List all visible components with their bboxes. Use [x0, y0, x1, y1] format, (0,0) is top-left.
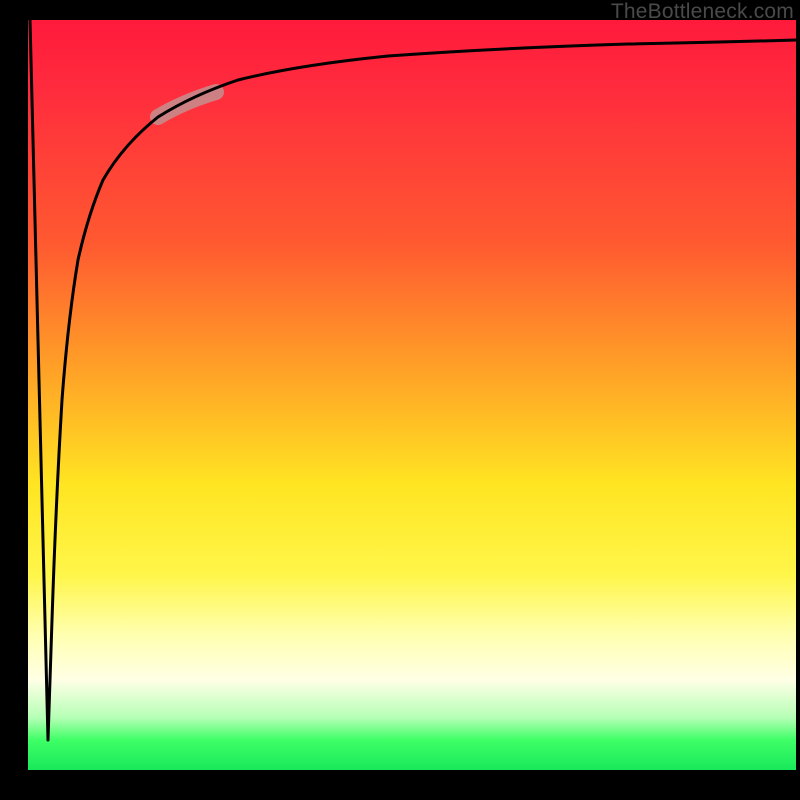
chart-stage: TheBottleneck.com — [0, 0, 800, 800]
watermark-text: TheBottleneck.com — [611, 0, 794, 24]
plot-area — [28, 20, 796, 770]
left-margin — [0, 0, 28, 800]
bottom-margin — [0, 770, 800, 800]
